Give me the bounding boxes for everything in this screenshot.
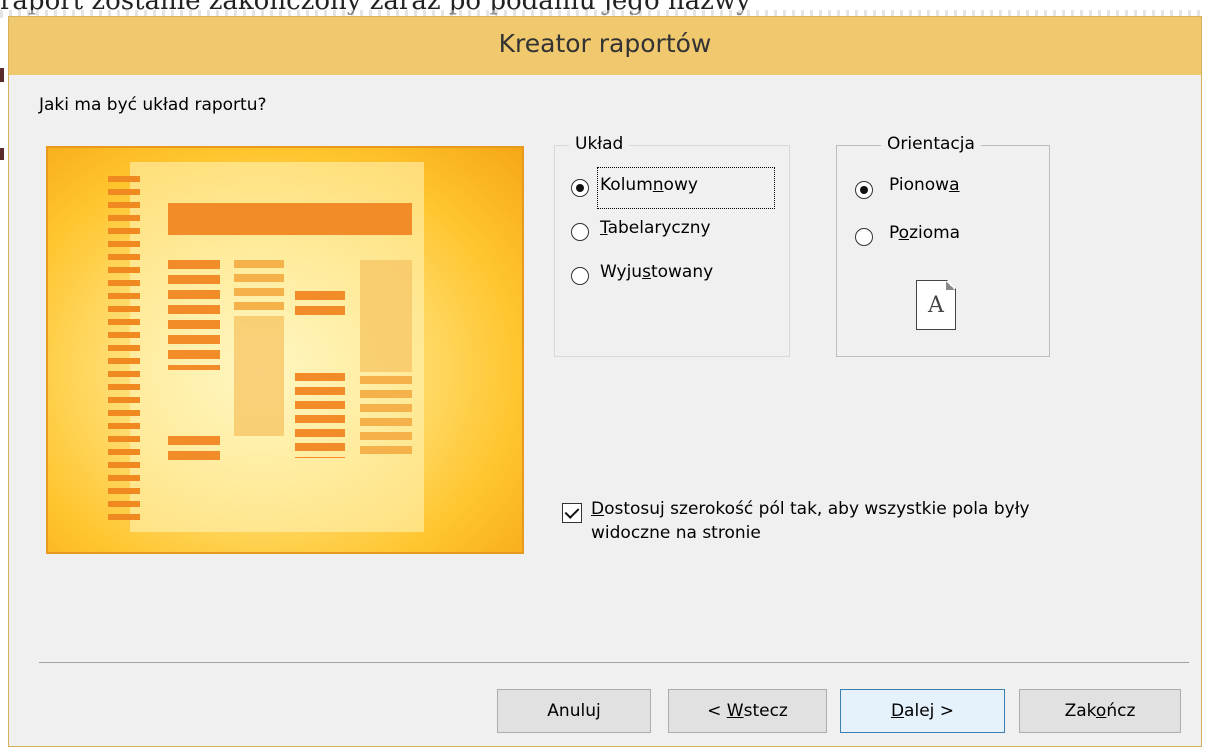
cancel-button[interactable]: Anuluj	[497, 689, 651, 733]
preview-field-block	[360, 260, 412, 372]
preview-field-block	[168, 260, 220, 370]
radio-pionowa[interactable]	[855, 181, 873, 199]
adjust-width-label[interactable]: Dostosuj szerokość pól tak, aby wszystki…	[591, 497, 1030, 545]
radio-kolumnowy[interactable]	[571, 179, 589, 197]
portrait-page-icon: A	[916, 280, 956, 330]
layout-group-label: Układ	[569, 134, 630, 154]
option-pozioma-label[interactable]: Pozioma	[889, 223, 960, 243]
radio-tabelaryczny[interactable]	[571, 223, 589, 241]
preview-header-bar	[168, 203, 412, 235]
report-wizard-dialog: Kreator raportów Jaki ma być układ rapor…	[8, 16, 1202, 747]
radio-wyjustowany[interactable]	[571, 267, 589, 285]
preview-field-block	[234, 316, 284, 436]
dialog-titlebar[interactable]: Kreator raportów	[9, 17, 1201, 75]
adjust-width-checkbox[interactable]	[562, 503, 582, 523]
adjust-width-label-line2: widoczne na stronie	[591, 523, 761, 543]
dialog-title: Kreator raportów	[498, 29, 712, 58]
orientation-group-label: Orientacja	[881, 134, 981, 154]
layout-preview-image	[46, 146, 524, 554]
option-wyjustowany-label[interactable]: Wyjustowany	[600, 262, 713, 282]
finish-button[interactable]: Zakończ	[1019, 689, 1181, 733]
page-fold-corner	[946, 281, 955, 290]
background-left-marker	[0, 68, 4, 82]
radio-pozioma[interactable]	[855, 228, 873, 246]
adjust-width-label-line1: Dostosuj szerokość pól tak, aby wszystki…	[591, 499, 1030, 519]
back-button[interactable]: < Wstecz	[668, 689, 827, 733]
preview-binding-spiral	[108, 176, 140, 521]
next-button[interactable]: Dalej >	[840, 689, 1005, 733]
preview-field-block	[360, 376, 412, 458]
option-kolumnowy-label[interactable]: Kolumnowy	[600, 175, 698, 195]
background-left-marker	[0, 148, 4, 160]
layout-question: Jaki ma być układ raportu?	[39, 95, 267, 115]
preview-field-block	[295, 291, 345, 321]
button-divider	[39, 662, 1189, 663]
option-tabelaryczny-label[interactable]: Tabelaryczny	[600, 218, 711, 238]
preview-field-block	[168, 436, 220, 460]
option-pionowa-label[interactable]: Pionowa	[889, 175, 960, 195]
dialog-client-area: Jaki ma być układ raportu? Układ Kolumno…	[23, 75, 1189, 735]
preview-field-block	[295, 373, 345, 458]
preview-field-block	[234, 260, 284, 314]
